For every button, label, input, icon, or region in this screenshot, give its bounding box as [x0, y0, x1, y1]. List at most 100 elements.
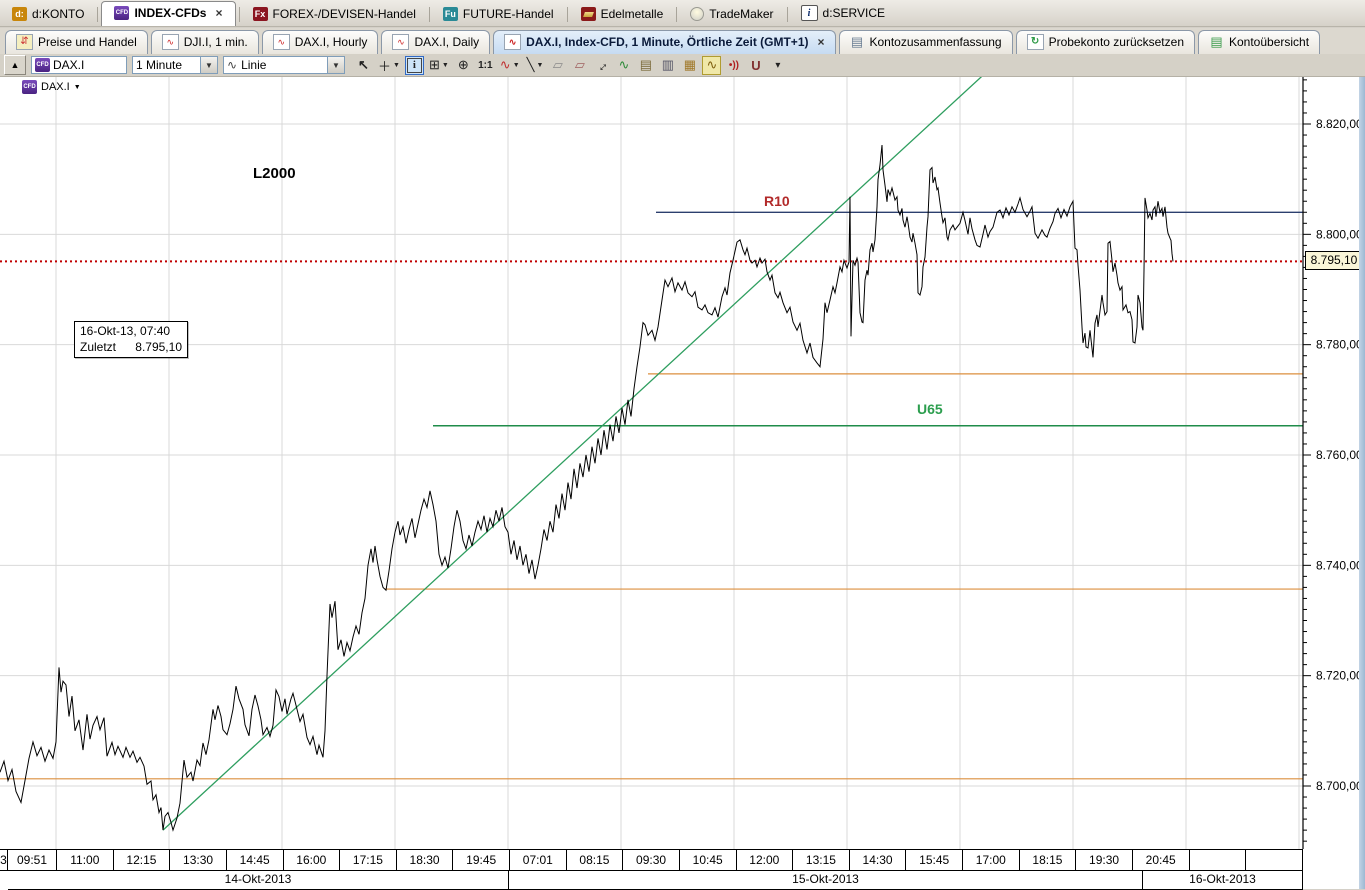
app-tab-forex-devisen-handel[interactable]: FxFOREX-/DEVISEN-Handel [243, 3, 426, 26]
close-icon[interactable]: × [215, 6, 222, 20]
eraser-icon[interactable]: ▱ [548, 56, 567, 75]
one-to-one-icon[interactable]: 1:1 [476, 56, 495, 75]
info-icon[interactable]: i [405, 56, 424, 75]
doc-tab-dax-i-hourly[interactable]: ∿DAX.I, Hourly [262, 30, 379, 54]
chart-legend[interactable]: CFD DAX.I ▼ [22, 80, 81, 94]
app-tab-d-konto[interactable]: d:d:KONTO [2, 3, 94, 26]
time-label: 07:01 [510, 850, 567, 870]
tooltip-label: Zuletzt [80, 340, 116, 354]
trendline-tool-icon[interactable]: ╲▼ [525, 56, 546, 75]
tooltip-timestamp: 16-Okt-13, 07:40 [75, 322, 187, 339]
fx-icon: Fx [253, 7, 268, 21]
overflow-icon[interactable]: ▾ [768, 56, 787, 75]
doc-tab-probekonto-zur-cksetzen[interactable]: ↻ Probekonto zurücksetzen [1016, 30, 1195, 54]
dk-icon: d: [12, 7, 27, 21]
list-icon: ▤ [850, 35, 865, 49]
annotation-l2000: L2000 [253, 165, 296, 182]
doc-tab-kontozusammenfassung[interactable]: ▤Kontozusammenfassung [839, 30, 1013, 54]
tab-label: DAX.I, Daily [414, 35, 479, 49]
copy-chart-icon[interactable]: ▥ [658, 56, 677, 75]
paste-chart-icon[interactable]: ▤ [636, 56, 655, 75]
tooltip-value: 8.795,10 [135, 340, 182, 354]
tab-divider [429, 7, 430, 22]
svg-text:8.800,00: 8.800,00 [1316, 227, 1363, 241]
tab-label: INDEX-CFDs [134, 6, 206, 20]
time-label: 17:15 [340, 850, 397, 870]
time-cell-empty [1246, 850, 1303, 870]
line-style-icon: ∿ [227, 58, 237, 72]
indicator-wave-icon[interactable]: ∿▼ [498, 56, 522, 75]
chart-icon: ∿ [273, 34, 290, 50]
crosshair-icon[interactable]: ＋▼ [376, 56, 402, 75]
app-tab-d-service[interactable]: i d:SERVICE [791, 1, 895, 26]
tab-label: TradeMaker [709, 7, 773, 21]
time-label: 12:00 [737, 850, 794, 870]
time-label: 19:30 [1076, 850, 1133, 870]
chart-canvas[interactable]: 8.820,008.800,008.780,008.760,008.740,00… [0, 77, 1365, 849]
price-series [0, 145, 1173, 830]
grid-icon[interactable]: ⊞▼ [427, 56, 451, 75]
chart-style-select[interactable]: ∿ Linie ▼ [223, 56, 345, 74]
time-label: 18:15 [1020, 850, 1077, 870]
tab-label: Edelmetalle [601, 7, 664, 21]
info-icon: i [801, 5, 818, 21]
annotation-u65: U65 [917, 401, 943, 417]
wave-active-icon[interactable]: ∿ [702, 56, 721, 75]
interval-select[interactable]: 1 Minute ▼ [132, 56, 218, 74]
tab-label: d:SERVICE [823, 6, 885, 20]
reset-icon: ↻ [1027, 34, 1044, 50]
time-label: 20:45 [1133, 850, 1190, 870]
chart-template-icon[interactable]: ▦ [680, 56, 699, 75]
collapse-panel-button[interactable]: ▲ [4, 55, 26, 75]
alert-icon[interactable]: •)) [724, 56, 743, 75]
chevron-down-icon[interactable]: ▼ [200, 57, 217, 73]
time-axis[interactable]: 309:5111:0012:1513:3014:4516:0017:1518:3… [0, 849, 1303, 871]
cfd-icon: CFD [114, 6, 129, 20]
gold-icon [581, 7, 596, 21]
document-tab-bar: ⇵Preise und Handel∿DJI.I, 1 min.∿DAX.I, … [0, 28, 1365, 54]
time-label: 08:15 [567, 850, 624, 870]
zigzag-colors-icon[interactable]: ∿ [614, 56, 633, 75]
cursor-icon[interactable]: ↖ [354, 56, 373, 75]
chart-icon: ∿ [162, 34, 179, 50]
close-icon[interactable]: × [817, 35, 824, 49]
app-tab-future-handel[interactable]: FuFUTURE-Handel [433, 3, 564, 26]
chart-window: 8.820,008.800,008.780,008.760,008.740,00… [0, 77, 1365, 889]
sort-icon: ⇵ [16, 34, 33, 50]
svg-text:8.820,00: 8.820,00 [1316, 117, 1363, 131]
zoom-in-icon[interactable]: ⊕ [454, 56, 473, 75]
resize-arrows-icon[interactable]: ↔ [592, 56, 611, 75]
bulb-icon [690, 7, 704, 21]
trendline [163, 77, 984, 830]
magnet-icon[interactable]: U [746, 56, 765, 75]
app-tab-trademaker[interactable]: TradeMaker [680, 3, 783, 26]
annotation-r10: R10 [764, 193, 790, 209]
doc-tab-dax-i-daily[interactable]: ∿DAX.I, Daily [381, 30, 490, 54]
tab-divider [787, 7, 788, 22]
app-tab-edelmetalle[interactable]: Edelmetalle [571, 3, 674, 26]
date-label: 14-Okt-2013 [8, 871, 509, 890]
fu-icon: Fu [443, 7, 458, 21]
eraser-all-icon[interactable]: ▱ [570, 56, 589, 75]
doc-tab-dax-i-index-cfd-1-minute-rtliche-zeit-gm[interactable]: ∿DAX.I, Index-CFD, 1 Minute, Örtliche Ze… [493, 30, 835, 54]
time-label: 19:45 [453, 850, 510, 870]
date-axis: 14-Okt-201315-Okt-201316-Okt-2013 [0, 871, 1303, 890]
time-label: 17:00 [963, 850, 1020, 870]
doc-tab-preise-und-handel[interactable]: ⇵Preise und Handel [5, 30, 148, 54]
doc-tab-dji-i-1-min[interactable]: ∿DJI.I, 1 min. [151, 30, 259, 54]
window-edge [1359, 77, 1365, 889]
time-label: 10:45 [680, 850, 737, 870]
last-value-tooltip: 16-Okt-13, 07:40 Zuletzt 8.795,10 [74, 321, 188, 358]
chevron-down-icon[interactable]: ▼ [74, 84, 81, 91]
doc-tab-konto-bersicht[interactable]: ▤Kontoübersicht [1198, 30, 1320, 54]
tab-label: DAX.I, Index-CFD, 1 Minute, Örtliche Zei… [526, 35, 808, 49]
time-cell-empty [1190, 850, 1247, 870]
app-tab-index-cfds[interactable]: CFD INDEX-CFDs × [101, 1, 235, 26]
tab-label: Probekonto zurücksetzen [1049, 35, 1184, 49]
tab-divider [567, 7, 568, 22]
symbol-value: DAX.I [53, 58, 84, 72]
chevron-down-icon[interactable]: ▼ [327, 57, 344, 73]
symbol-input[interactable]: CFD DAX.I [31, 56, 127, 74]
time-label: 11:00 [57, 850, 114, 870]
interval-value: 1 Minute [136, 58, 182, 72]
